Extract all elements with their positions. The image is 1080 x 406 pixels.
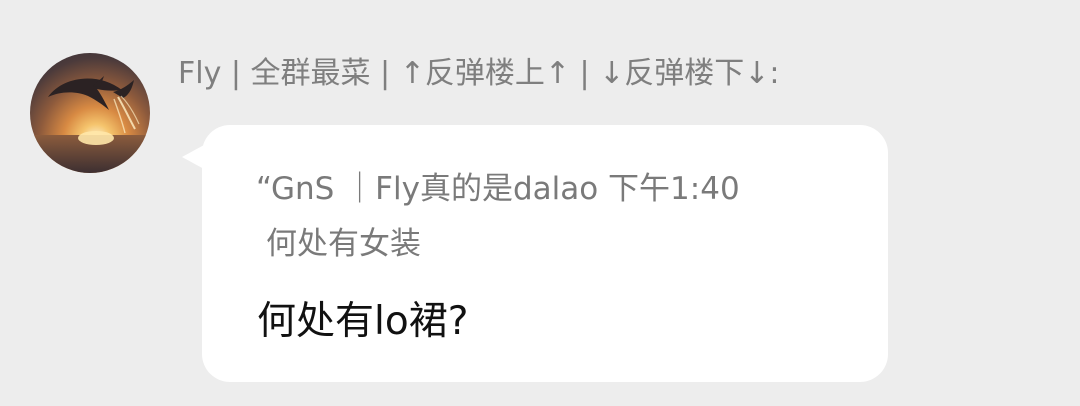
sender-name: Fly | 全群最菜 | ↑反弹楼上↑ | ↓反弹楼下↓: bbox=[178, 56, 780, 91]
dolphin-icon bbox=[30, 76, 150, 173]
bubble-tail bbox=[182, 145, 204, 169]
bubble-body: “GnS ｜Fly真的是dalao 下午1:40 何处有女装 何处有lo裙? bbox=[202, 125, 888, 382]
message-text: 何处有lo裙? bbox=[257, 299, 469, 344]
chat-message-screen: Fly | 全群最菜 | ↑反弹楼上↑ | ↓反弹楼下↓: “GnS ｜Fly真… bbox=[0, 0, 1080, 406]
sender-avatar[interactable] bbox=[30, 53, 150, 173]
quoted-message-header[interactable]: “GnS ｜Fly真的是dalao 下午1:40 bbox=[256, 169, 740, 209]
message-bubble[interactable]: “GnS ｜Fly真的是dalao 下午1:40 何处有女装 何处有lo裙? bbox=[182, 125, 888, 382]
quoted-message-text[interactable]: 何处有女装 bbox=[266, 224, 421, 264]
